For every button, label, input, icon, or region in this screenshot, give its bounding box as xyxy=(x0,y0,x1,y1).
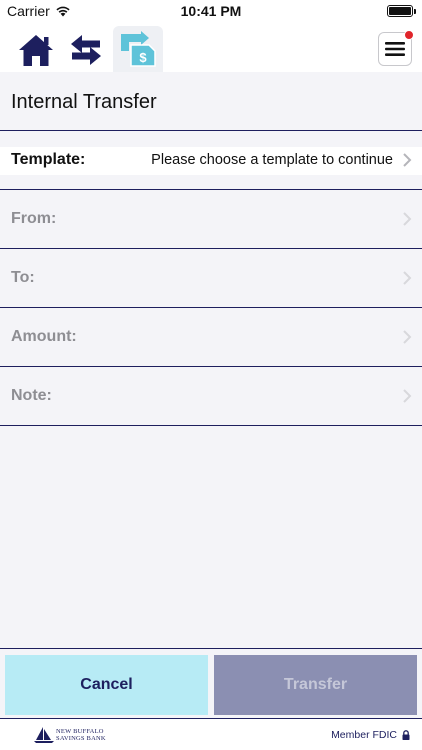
chevron-right-icon xyxy=(403,330,412,344)
cancel-button[interactable]: Cancel xyxy=(5,655,208,715)
to-account-selector[interactable]: To: xyxy=(0,249,422,308)
footer-bar: NEW BUFFALO SAVINGS BANK Member FDIC xyxy=(0,718,422,750)
fdic-text: Member FDIC xyxy=(331,729,397,741)
note-label: Note: xyxy=(11,387,52,404)
status-time: 10:41 PM xyxy=(180,3,242,19)
template-value: Please choose a template to continue xyxy=(151,152,393,168)
lock-icon xyxy=(402,730,410,740)
fdic-notice: Member FDIC xyxy=(331,729,410,741)
tab-internal-transfer[interactable]: $ xyxy=(113,26,163,72)
chevron-right-icon xyxy=(403,153,412,167)
house-icon xyxy=(19,35,53,66)
template-selector[interactable]: Template: Please choose a template to co… xyxy=(0,131,422,190)
page-title: Internal Transfer xyxy=(11,91,157,113)
chevron-right-icon xyxy=(403,212,412,226)
hamburger-icon xyxy=(385,42,405,56)
from-label: From: xyxy=(11,210,57,227)
note-field[interactable]: Note: xyxy=(0,367,422,426)
tab-transfers[interactable] xyxy=(64,28,108,72)
chevron-right-icon xyxy=(403,389,412,403)
tab-home[interactable] xyxy=(14,28,58,72)
template-label: Template: xyxy=(11,151,86,168)
from-account-selector[interactable]: From: xyxy=(0,190,422,249)
chevron-right-icon xyxy=(403,271,412,285)
nav-bar: $ xyxy=(0,22,422,72)
status-bar: Carrier 10:41 PM xyxy=(0,0,422,22)
transfer-dollar-icon: $ xyxy=(121,31,156,67)
amount-label: Amount: xyxy=(11,328,77,345)
page-header: Internal Transfer xyxy=(0,72,422,131)
menu-button[interactable] xyxy=(378,30,414,66)
amount-field[interactable]: Amount: xyxy=(0,308,422,367)
battery-icon xyxy=(387,5,416,17)
bank-name-line1: NEW BUFFALO xyxy=(56,728,104,735)
bank-name-line2: SAVINGS BANK xyxy=(56,735,106,742)
action-bar: Cancel Transfer xyxy=(0,648,422,718)
notification-badge xyxy=(404,30,414,40)
bank-logo: NEW BUFFALO SAVINGS BANK xyxy=(34,726,106,744)
svg-text:$: $ xyxy=(139,50,147,65)
to-label: To: xyxy=(11,269,35,286)
transfer-button[interactable]: Transfer xyxy=(214,655,417,715)
sailboat-icon xyxy=(34,727,54,743)
swap-arrows-icon xyxy=(71,35,101,65)
